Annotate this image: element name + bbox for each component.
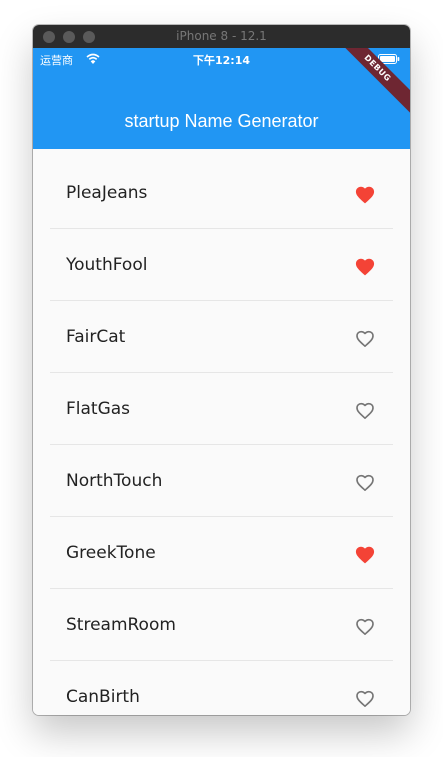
list-item[interactable]: StreamRoom (50, 603, 393, 675)
list-divider (50, 588, 393, 589)
list-divider (50, 516, 393, 517)
list-item-label: StreamRoom (66, 615, 176, 635)
list-item-label: FairCat (66, 327, 126, 347)
heart-filled-icon[interactable] (354, 256, 376, 276)
list-divider (50, 372, 393, 373)
startup-name-list[interactable]: PleaJeans YouthFool FairCat FlatGas Nort… (33, 149, 410, 715)
list-divider (50, 300, 393, 301)
list-item-label: PleaJeans (66, 183, 148, 203)
list-divider (50, 660, 393, 661)
window-titlebar: iPhone 8 - 12.1 (33, 25, 410, 48)
heart-outline-icon[interactable] (354, 616, 376, 636)
list-item-label: FlatGas (66, 399, 131, 419)
list-item[interactable]: FairCat (50, 315, 393, 387)
list-item-label: GreekTone (66, 543, 156, 563)
simulator-window: iPhone 8 - 12.1 运营商 下午12:14 startup Name… (33, 25, 410, 715)
list-item[interactable]: PleaJeans (50, 171, 393, 243)
window-title: iPhone 8 - 12.1 (176, 29, 267, 43)
app-title: startup Name Generator (124, 111, 319, 131)
list-item[interactable]: GreekTone (50, 531, 393, 603)
heart-filled-icon[interactable] (354, 544, 376, 564)
list-divider (50, 228, 393, 229)
app-bar: 运营商 下午12:14 startup Name Generator DEBUG (33, 48, 410, 149)
list-item-label: CanBirth (66, 687, 140, 707)
list-item[interactable]: FlatGas (50, 387, 393, 459)
heart-outline-icon[interactable] (354, 400, 376, 420)
list-item[interactable]: YouthFool (50, 243, 393, 315)
heart-outline-icon[interactable] (354, 688, 376, 708)
heart-filled-icon[interactable] (354, 184, 376, 204)
list-divider (50, 444, 393, 445)
heart-outline-icon[interactable] (354, 328, 376, 348)
list-item-label: NorthTouch (66, 471, 163, 491)
list-item[interactable]: NorthTouch (50, 459, 393, 531)
heart-outline-icon[interactable] (354, 472, 376, 492)
list-item-label: YouthFool (66, 255, 148, 275)
list-item[interactable]: CanBirth (50, 675, 393, 715)
